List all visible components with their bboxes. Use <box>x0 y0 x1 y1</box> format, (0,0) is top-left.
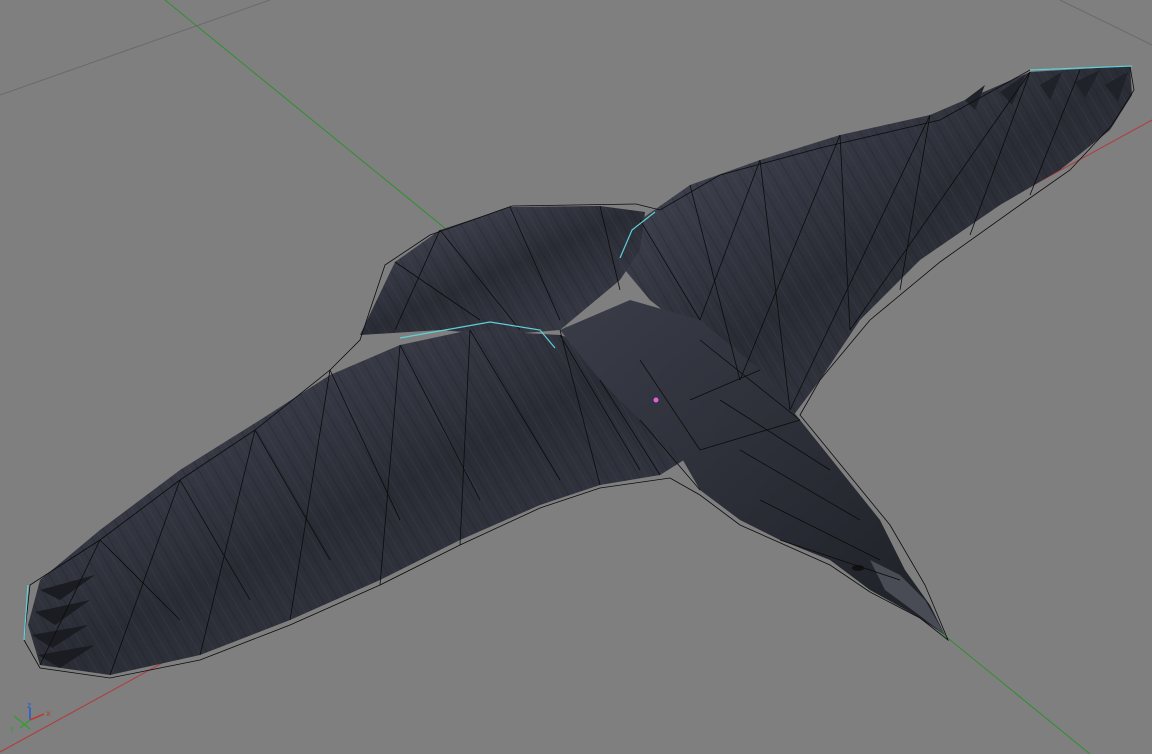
axis-gizmo: z x y <box>10 701 51 733</box>
viewport-canvas[interactable]: z x y <box>0 0 1152 754</box>
pivot-point[interactable] <box>653 397 659 403</box>
gizmo-z-label: z <box>27 701 31 710</box>
axis-grid-line-a <box>0 0 271 96</box>
gizmo-y-label: y <box>10 724 15 733</box>
raven-model[interactable] <box>28 66 1132 675</box>
axis-grid-line-b <box>1059 0 1152 46</box>
gizmo-x-label: x <box>46 709 51 718</box>
3d-viewport[interactable]: z x y <box>0 0 1152 754</box>
